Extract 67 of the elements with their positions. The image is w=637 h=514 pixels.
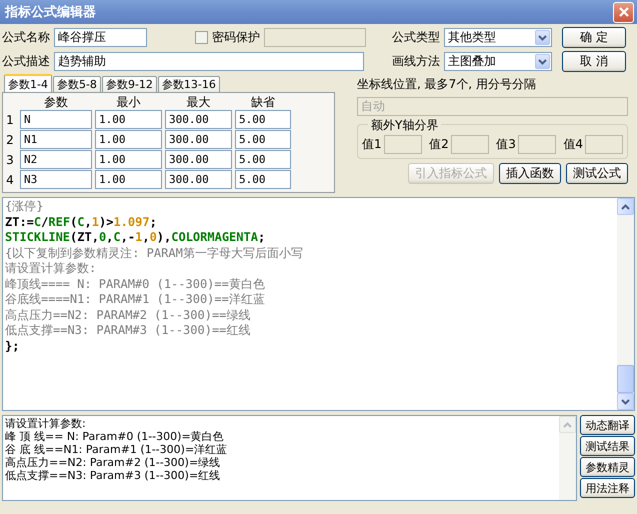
param-field[interactable]: 1.00 <box>95 170 162 189</box>
action-button[interactable]: 测试公式 <box>566 163 628 184</box>
code-line: 谷底线====N1: PARAM#1 (1--300)==洋红蓝 <box>5 292 266 308</box>
param-field[interactable]: N2 <box>20 150 92 169</box>
param-tab[interactable]: 参数13-16 <box>158 76 220 92</box>
field-label: 公式名称 <box>2 29 50 46</box>
param-field[interactable]: 300.00 <box>165 150 232 169</box>
window-title: 指标公式编辑器 <box>5 4 96 21</box>
param-field[interactable]: 1.00 <box>95 110 162 129</box>
name-field[interactable]: 峰谷撑压 <box>54 28 147 47</box>
output-line: 低点支撑==N3: Param#3 (1--300)=红线 <box>5 469 222 482</box>
code-line: STICKLINE(ZT,0,C,-1,0),COLORMAGENTA; <box>5 230 266 246</box>
param-field[interactable]: 300.00 <box>165 130 232 149</box>
output-line: 高点压力==N2: Param#2 (1--300)=绿线 <box>5 456 222 469</box>
description-field[interactable]: 趋势辅助 <box>54 52 364 71</box>
code-line: 高点压力==N2: PARAM#2 (1--300)==绿线 <box>5 308 252 323</box>
row-number: 1 <box>5 112 15 126</box>
field-label: 值4 <box>563 136 583 153</box>
formula-type-dropdown[interactable]: 其他类型 <box>444 28 552 47</box>
group-title: 额外Y轴分界 <box>368 117 442 134</box>
column-header: 最小 <box>116 94 142 109</box>
code-line: }; <box>5 338 20 354</box>
param-field[interactable]: 5.00 <box>235 170 291 189</box>
field-label: 公式描述 <box>2 53 50 70</box>
code-line: ZT:=C/REF(C,1)>1.097; <box>5 214 158 230</box>
code-line: {涨停} <box>5 199 44 214</box>
field-label: 值2 <box>429 136 449 153</box>
field-label: 画线方法 <box>392 53 440 70</box>
dialog-button[interactable]: 确 定 <box>562 27 626 48</box>
column-header: 最大 <box>186 94 212 109</box>
code-line: 低点支撑==N3: PARAM#3 (1--300)==红线 <box>5 323 252 338</box>
checkbox-label: 密码保护 <box>212 29 260 46</box>
code-line: 峰顶线==== N: PARAM#0 (1--300)==黄白色 <box>5 276 266 292</box>
param-field[interactable]: 300.00 <box>165 110 232 129</box>
axis-label: 坐标线位置, 最多7个, 用分号分隔 <box>357 76 537 93</box>
draw-method-dropdown[interactable]: 主图叠加 <box>444 52 552 71</box>
field-label: 公式类型 <box>392 29 440 46</box>
column-header: 缺省 <box>250 94 276 109</box>
param-field[interactable]: 5.00 <box>235 110 291 129</box>
row-number: 4 <box>5 172 15 186</box>
row-number: 2 <box>5 132 15 146</box>
code-line: 请设置计算参数: <box>5 261 98 276</box>
param-tab[interactable]: 参数5-8 <box>52 76 101 92</box>
side-button[interactable]: 用法注释 <box>580 478 635 498</box>
code-line: {以下复制到参数精灵注: PARAM第一字母大写后面小写 <box>5 246 304 261</box>
output-line: 峰 顶 线== N: Param#0 (1--300)=黄白色 <box>5 430 225 443</box>
param-tab[interactable]: 参数9-12 <box>102 76 157 92</box>
dialog-button[interactable]: 取 消 <box>562 51 626 72</box>
param-field[interactable]: N3 <box>20 170 92 189</box>
param-field[interactable]: 1.00 <box>95 150 162 169</box>
param-field[interactable]: 300.00 <box>165 170 232 189</box>
param-field[interactable]: 5.00 <box>235 150 291 169</box>
side-button[interactable]: 参数精灵 <box>580 457 635 477</box>
side-button[interactable]: 动态翻译 <box>580 415 635 435</box>
column-header: 参数 <box>43 94 69 109</box>
param-field[interactable]: 1.00 <box>95 130 162 149</box>
output-line: 谷 底 线==N1: Param#1 (1--300)=洋红蓝 <box>5 443 228 456</box>
param-tab[interactable]: 参数1-4 <box>4 74 52 92</box>
param-field[interactable]: 5.00 <box>235 130 291 149</box>
output-line: 请设置计算参数: <box>5 417 87 430</box>
field-label: 值1 <box>362 136 382 153</box>
param-field[interactable]: N1 <box>20 130 92 149</box>
param-field[interactable]: N <box>20 110 92 129</box>
side-button[interactable]: 测试结果 <box>580 436 635 456</box>
field-label: 值3 <box>496 136 516 153</box>
action-button[interactable]: 插入函数 <box>499 163 561 184</box>
row-number: 3 <box>5 152 15 166</box>
